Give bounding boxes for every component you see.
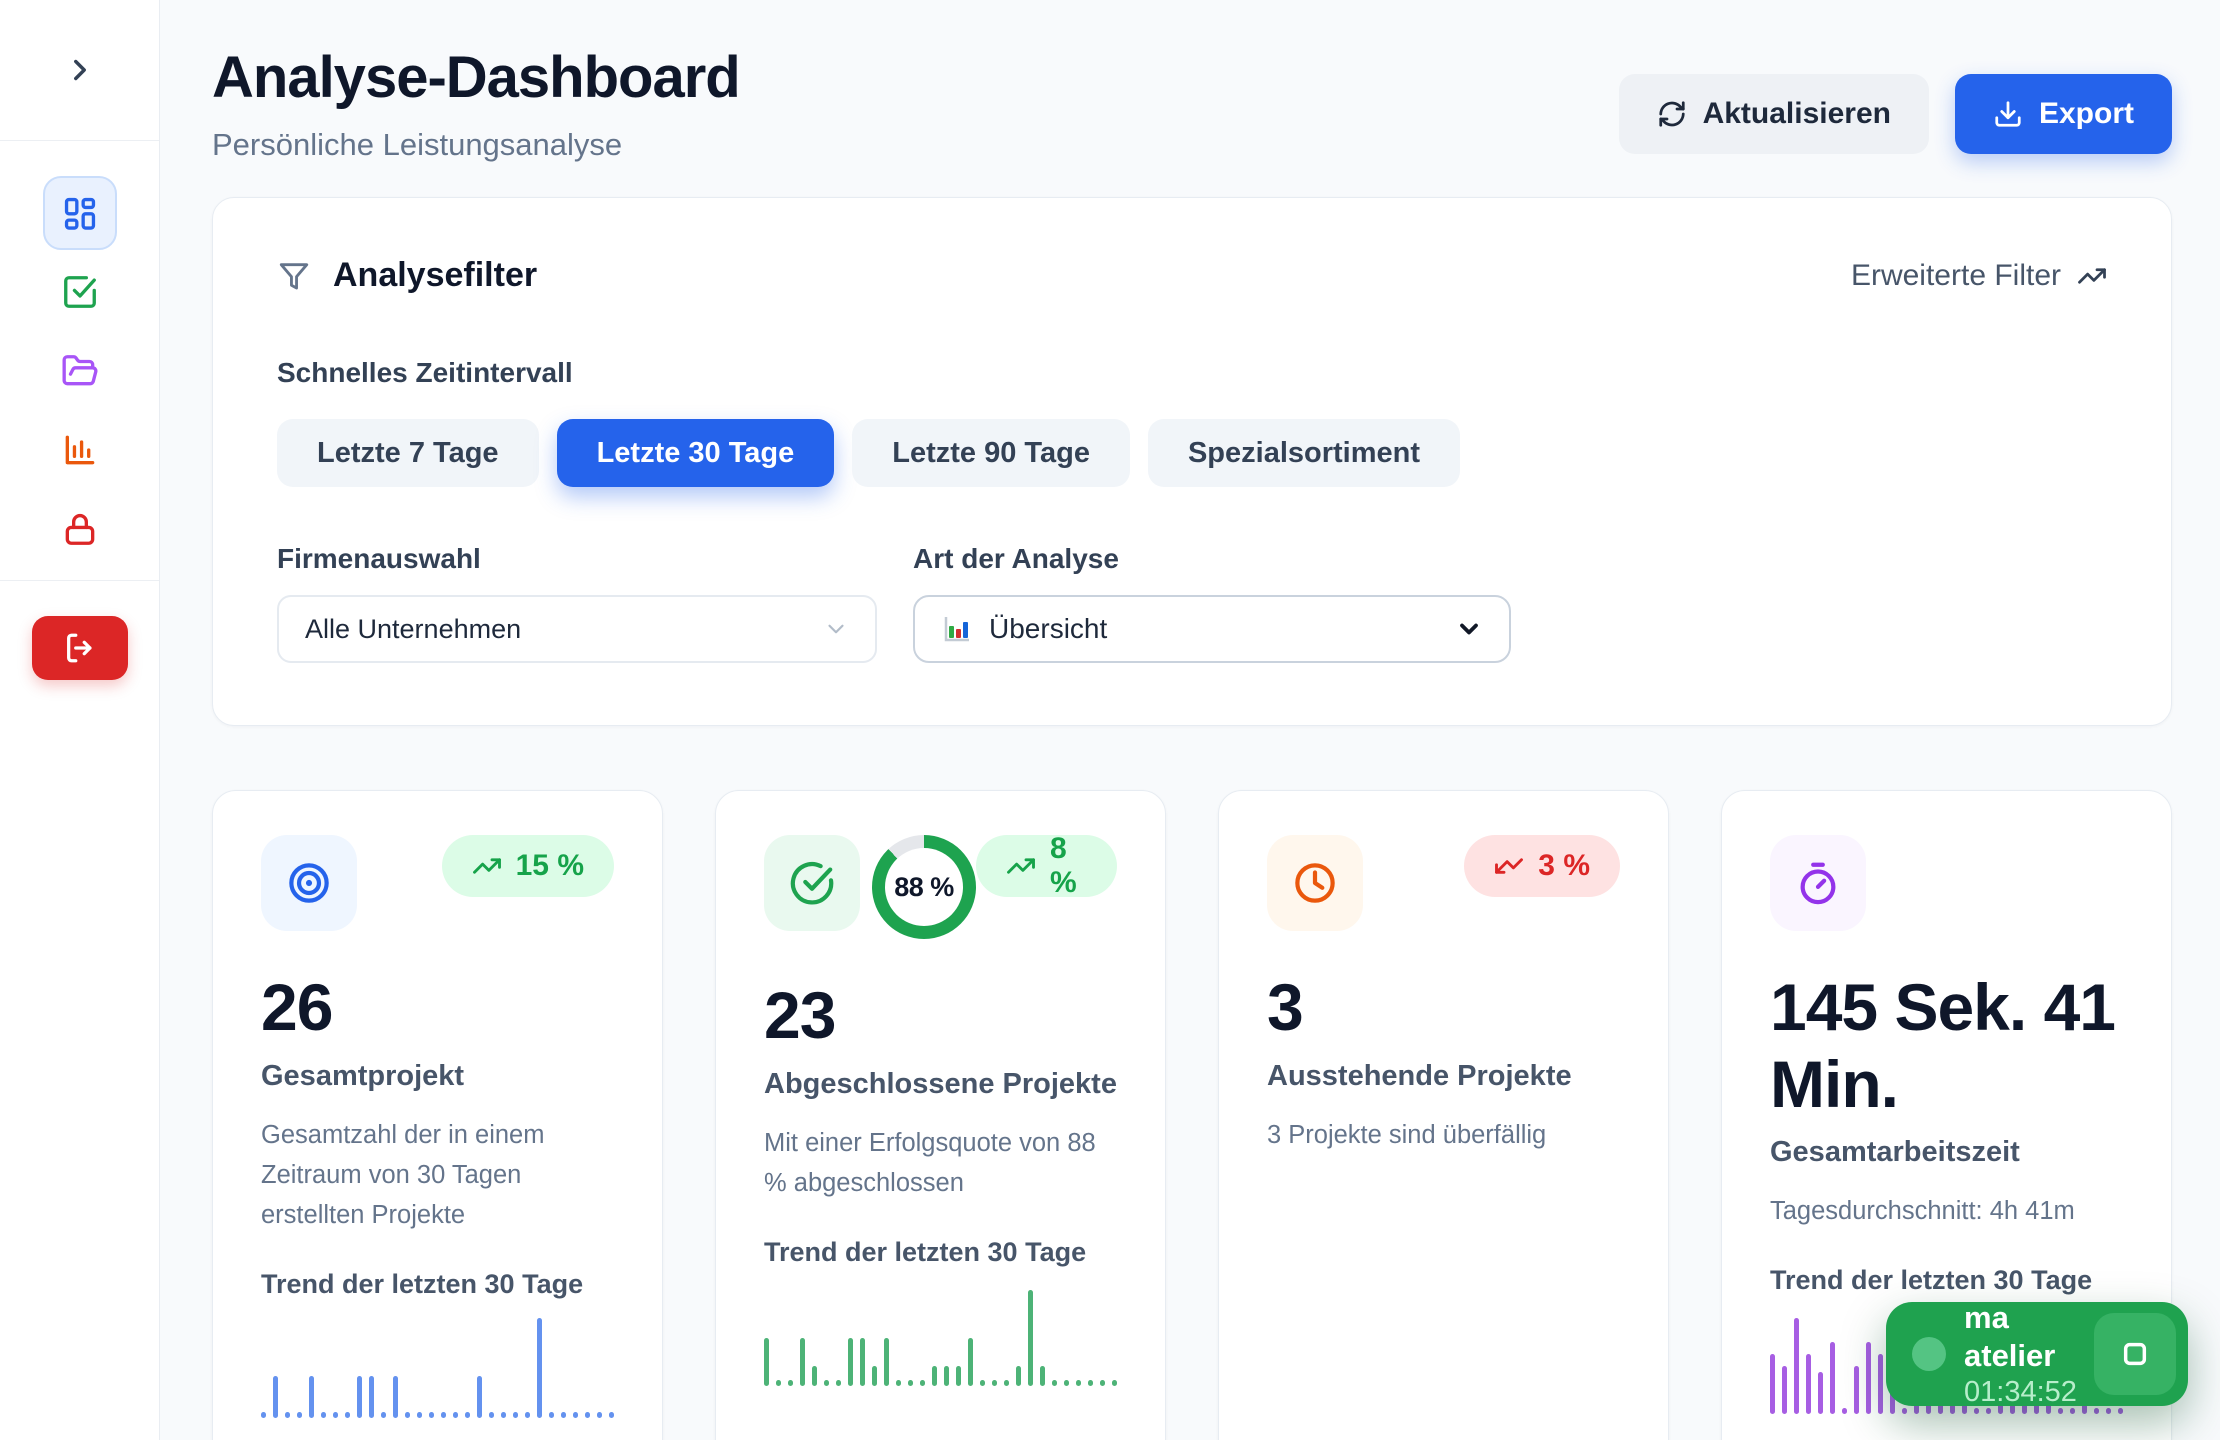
main-content: Analyse-Dashboard Persönliche Leistungsa… — [160, 0, 2220, 1440]
quick-range-chips: Letzte 7 Tage Letzte 30 Tage Letzte 90 T… — [277, 419, 2107, 487]
header-actions: Aktualisieren Export — [1619, 74, 2172, 154]
stat-description: Gesamtzahl der in einem Zeitraum von 30 … — [261, 1115, 614, 1235]
download-icon — [1993, 99, 2023, 129]
mini-bar-chart — [261, 1316, 614, 1418]
trend-badge-value: 8 % — [1050, 832, 1087, 900]
success-rate-value: 88 % — [894, 872, 954, 903]
page-title: Analyse-Dashboard — [212, 44, 740, 111]
advanced-filters-label: Erweiterte Filter — [1851, 259, 2061, 293]
refresh-button-label: Aktualisieren — [1703, 97, 1891, 131]
target-icon — [261, 835, 357, 931]
filter-card-title: Analysefilter — [333, 256, 537, 295]
range-chip-90-days[interactable]: Letzte 90 Tage — [852, 419, 1130, 487]
timer-project-name: ma atelier — [1964, 1299, 2076, 1373]
advanced-filters-button[interactable]: Erweiterte Filter — [1851, 259, 2107, 293]
page-subtitle: Persönliche Leistungsanalyse — [212, 127, 740, 163]
trend-chart-label: Trend der letzten 30 Tage — [764, 1237, 1117, 1268]
logout-button[interactable] — [32, 616, 128, 680]
chevron-right-icon — [63, 53, 97, 87]
analytics-dashboard-page: Analyse-Dashboard Persönliche Leistungsa… — [0, 0, 2220, 1440]
trend-badge: 3 % — [1464, 835, 1620, 897]
sidebar-divider-top — [0, 140, 159, 141]
page-header: Analyse-Dashboard Persönliche Leistungsa… — [160, 0, 2220, 163]
stat-title: Abgeschlossene Projekte — [764, 1068, 1117, 1101]
company-select[interactable]: Alle Unternehmen — [277, 595, 877, 663]
stat-value: 23 — [764, 977, 1117, 1054]
chart-emoji-icon — [941, 613, 973, 645]
trend-badge-value: 15 % — [516, 849, 584, 883]
stat-value: 145 Sek. 41 Min. — [1770, 969, 2123, 1122]
trend-badge: 15 % — [442, 835, 614, 897]
timer-icon — [1770, 835, 1866, 931]
clock-icon — [1267, 835, 1363, 931]
analysis-type-select[interactable]: Übersicht — [913, 595, 1511, 663]
stat-title: Gesamtarbeitszeit — [1770, 1136, 2123, 1169]
timer-stop-button[interactable] — [2094, 1313, 2176, 1395]
analysis-select-value: Übersicht — [989, 613, 1439, 645]
export-button-label: Export — [2039, 97, 2134, 131]
filter-card: Analysefilter Erweiterte Filter Schnelle… — [212, 197, 2172, 726]
trend-chart-label: Trend der letzten 30 Tage — [261, 1269, 614, 1300]
stat-card-pending-projects: 3 % 3 Ausstehende Projekte 3 Projekte si… — [1218, 790, 1669, 1440]
sidebar-item-analytics[interactable] — [43, 413, 117, 487]
log-out-icon — [63, 631, 97, 665]
stop-square-icon — [2119, 1338, 2151, 1370]
stat-title: Ausstehende Projekte — [1267, 1060, 1620, 1093]
mini-bar-chart — [764, 1284, 1117, 1386]
company-select-value: Alle Unternehmen — [305, 614, 823, 645]
refresh-icon — [1657, 99, 1687, 129]
timer-status-dot-icon — [1912, 1337, 1946, 1371]
trend-chart-label: Trend der letzten 30 Tage — [1770, 1265, 2123, 1296]
trending-up-icon — [1006, 851, 1036, 881]
check-square-icon — [61, 273, 99, 311]
range-chip-30-days[interactable]: Letzte 30 Tage — [557, 419, 835, 487]
stat-value: 3 — [1267, 969, 1620, 1046]
chevron-down-icon — [823, 616, 849, 642]
analysis-select-label: Art der Analyse — [913, 543, 1511, 575]
timer-widget: ma atelier 01:34:52 — [1886, 1302, 2188, 1406]
bar-chart-icon — [61, 431, 99, 469]
sidebar-item-security[interactable] — [43, 492, 117, 566]
sidebar-item-dashboard[interactable] — [43, 176, 117, 250]
stat-title: Gesamtprojekt — [261, 1060, 614, 1093]
success-rate-donut: 88 % — [872, 835, 976, 939]
chevron-down-bold-icon — [1455, 615, 1483, 643]
trend-badge: 8 % — [976, 835, 1117, 897]
trending-down-icon — [1494, 851, 1524, 881]
stat-description: Mit einer Erfolgsquote von 88 % abgeschl… — [764, 1123, 1117, 1203]
sidebar-nav — [0, 176, 159, 566]
stats-row: 15 % 26 Gesamtprojekt Gesamtzahl der in … — [212, 790, 2172, 1440]
trend-badge-value: 3 % — [1538, 849, 1590, 883]
company-select-label: Firmenauswahl — [277, 543, 877, 575]
stat-card-total-projects: 15 % 26 Gesamtprojekt Gesamtzahl der in … — [212, 790, 663, 1440]
circle-check-icon — [764, 835, 860, 931]
folder-open-icon — [61, 352, 99, 390]
stat-description: 3 Projekte sind überfällig — [1267, 1115, 1620, 1155]
export-button[interactable]: Export — [1955, 74, 2172, 154]
range-chip-7-days[interactable]: Letzte 7 Tage — [277, 419, 539, 487]
stat-description: Tagesdurchschnitt: 4h 41m — [1770, 1191, 2123, 1231]
layout-dashboard-icon — [61, 194, 99, 232]
trending-up-icon — [2077, 261, 2107, 291]
trending-up-icon — [472, 851, 502, 881]
range-chip-special[interactable]: Spezialsortiment — [1148, 419, 1460, 487]
lock-icon — [61, 510, 99, 548]
stat-value: 26 — [261, 969, 614, 1046]
refresh-button[interactable]: Aktualisieren — [1619, 74, 1929, 154]
sidebar-item-projects[interactable] — [43, 334, 117, 408]
sidebar-divider-bottom — [0, 580, 159, 581]
quick-range-label: Schnelles Zeitintervall — [277, 357, 2107, 389]
timer-elapsed-time: 01:34:52 — [1964, 1376, 2076, 1409]
sidebar-expand-button[interactable] — [50, 40, 110, 100]
stat-card-completed-projects: 88 % 8 % 23 Abgeschlossene Projekte Mit … — [715, 790, 1166, 1440]
sidebar — [0, 0, 160, 1440]
funnel-icon — [277, 259, 311, 293]
sidebar-item-tasks[interactable] — [43, 255, 117, 329]
